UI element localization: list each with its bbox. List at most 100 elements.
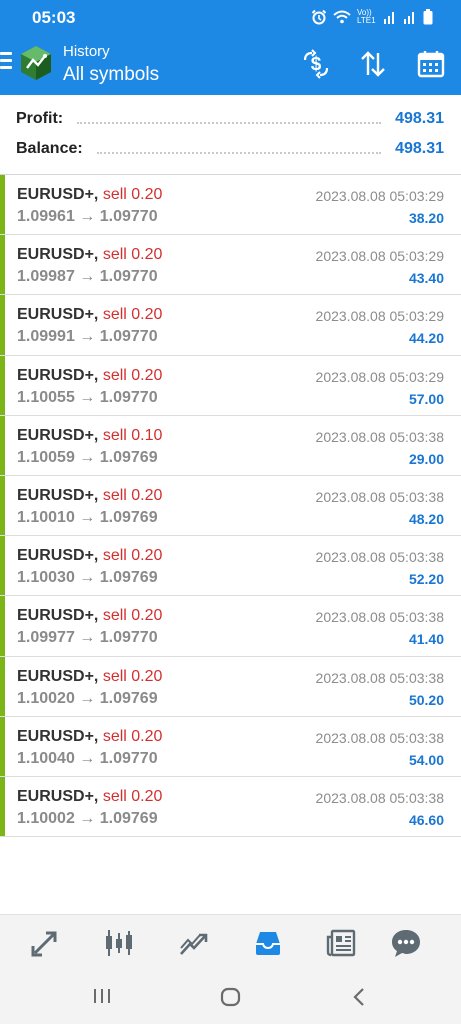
deal-symbol: EURUSD+, sell 0.10 (17, 427, 162, 445)
arrow-icon: → (79, 208, 96, 225)
deal-open-price: 1.09977 (17, 629, 75, 647)
arrow-icon: → (79, 388, 96, 406)
profit-label: Profit: (16, 110, 64, 127)
arrow-icon: → (79, 508, 96, 526)
deal-prices: 1.10020 → 1.09769 (17, 690, 158, 708)
history-icon[interactable] (252, 927, 284, 959)
deal-profit: 38.20 (408, 210, 444, 226)
deal-close-price: 1.09769 (99, 508, 158, 526)
arrow-icon: → (79, 268, 96, 286)
deal-time: 2023.08.08 05:03:38 (315, 549, 444, 566)
balance-row: Balance: 498.31 (16, 137, 444, 161)
deal-marker (0, 355, 5, 415)
deal-prices: 1.09977 → 1.09770 (17, 629, 158, 647)
deal-symbol: EURUSD+, sell 0.20 (17, 788, 162, 806)
deal-close-price: 1.09769 (99, 569, 158, 587)
deal-close-price: 1.09770 (99, 268, 158, 286)
top-bar: 05:03 Vo)) LTE1 History All symbols $ (0, 0, 461, 95)
deal-profit: 44.20 (408, 330, 444, 347)
deal-type: sell 0.20 (102, 246, 163, 264)
deal-profit: 57.00 (408, 390, 444, 407)
news-icon[interactable] (326, 927, 358, 959)
deal-row[interactable]: EURUSD+, sell 0.20 1.10030 → 1.09769 2023.… (0, 536, 461, 597)
deal-symbol-name: EURUSD+, (17, 486, 99, 504)
deal-time: 2023.08.08 05:03:38 (315, 428, 444, 445)
deal-row[interactable]: EURUSD+, sell 0.20 1.10010 → 1.09769 2023.… (0, 475, 461, 537)
deal-profit: 50.20 (408, 691, 444, 708)
deal-row[interactable]: EURUSD+, sell 0.20 1.10002 → 1.09769 2023.… (0, 776, 461, 838)
deal-row[interactable]: EURUSD+, sell 0.20 1.10040 → 1.09770 2023.… (0, 716, 461, 777)
deals-list: EURUSD+, sell 0.20 1.09961 → 1.09770 2023.… (0, 175, 461, 838)
deal-open-price: 1.10040 (17, 749, 75, 767)
deal-symbol: EURUSD+, sell 0.20 (17, 728, 162, 746)
back-icon[interactable] (352, 987, 366, 1007)
status-time: 05:03 (32, 8, 76, 27)
profit-value: 498.31 (395, 110, 444, 127)
deal-profit: 43.40 (408, 270, 444, 287)
trade-icon[interactable] (178, 927, 210, 959)
chart-icon[interactable] (103, 927, 135, 959)
alarm-icon (311, 9, 327, 25)
deal-time: 2023.08.08 05:03:29 (315, 248, 444, 265)
deal-type: sell 0.20 (102, 667, 163, 685)
deal-type: sell 0.20 (102, 547, 163, 565)
deal-marker (0, 716, 5, 776)
deal-prices: 1.09961 → 1.09770 (17, 208, 158, 226)
deal-time: 2023.08.08 05:03:29 (315, 308, 444, 325)
currency-filter-icon[interactable]: $ (301, 49, 331, 79)
wifi-icon (333, 10, 351, 24)
deal-row[interactable]: EURUSD+, sell 0.20 1.10020 → 1.09769 2023.… (0, 656, 461, 717)
deal-type: sell 0.20 (102, 366, 163, 384)
deal-symbol: EURUSD+, sell 0.20 (17, 547, 162, 565)
sort-icon[interactable] (358, 49, 388, 79)
menu-icon[interactable] (0, 52, 12, 74)
deal-row[interactable]: EURUSD+, sell 0.20 1.09991 → 1.09770 2023.… (0, 295, 461, 356)
deal-open-price: 1.09987 (17, 268, 75, 286)
deal-row[interactable]: EURUSD+, sell 0.20 1.10055 → 1.09770 2023.… (0, 355, 461, 416)
deal-symbol: EURUSD+, sell 0.20 (17, 607, 162, 625)
deal-row[interactable]: EURUSD+, sell 0.20 1.09987 → 1.09770 2023.… (0, 235, 461, 296)
deal-symbol-name: EURUSD+, (17, 186, 99, 203)
chat-icon[interactable] (390, 927, 422, 959)
deal-close-price: 1.09770 (99, 328, 158, 346)
app-bar: History All symbols $ (0, 34, 461, 95)
recents-icon[interactable] (92, 987, 112, 1005)
balance-label: Balance: (16, 140, 83, 157)
deal-symbol: EURUSD+, sell 0.20 (17, 186, 162, 204)
deal-prices: 1.09991 → 1.09770 (17, 328, 158, 346)
deal-type: sell 0.20 (102, 607, 163, 625)
deal-prices: 1.10040 → 1.09770 (17, 750, 158, 768)
deal-close-price: 1.09769 (99, 809, 158, 827)
deal-symbol: EURUSD+, sell 0.20 (17, 246, 162, 264)
deal-profit: 54.00 (408, 751, 444, 768)
deal-symbol-name: EURUSD+, (17, 787, 99, 805)
deal-open-price: 1.09991 (17, 328, 75, 346)
deal-open-price: 1.09961 (17, 208, 75, 225)
bottom-navigation (0, 914, 461, 970)
dotted-leader (96, 152, 382, 154)
deal-time: 2023.08.08 05:03:38 (315, 729, 444, 746)
calendar-icon[interactable] (416, 49, 446, 79)
deal-row[interactable]: EURUSD+, sell 0.20 1.09977 → 1.09770 2023.… (0, 596, 461, 657)
deal-marker (0, 536, 5, 596)
deal-row[interactable]: EURUSD+, sell 0.10 1.10059 → 1.09769 2023.… (0, 415, 461, 476)
app-title[interactable]: All symbols (63, 64, 159, 86)
quotes-icon[interactable] (29, 927, 61, 959)
deal-close-price: 1.09770 (99, 388, 158, 406)
deal-marker (0, 415, 5, 475)
profit-row: Profit: 498.31 (16, 107, 444, 131)
status-bar: 05:03 Vo)) LTE1 (0, 0, 461, 34)
deal-row[interactable]: EURUSD+, sell 0.20 1.09961 → 1.09770 2023.… (0, 175, 461, 236)
deal-open-price: 1.10059 (17, 448, 75, 466)
deal-type: sell 0.20 (102, 727, 163, 745)
deal-time: 2023.08.08 05:03:38 (315, 609, 444, 626)
deal-open-price: 1.10002 (17, 809, 75, 827)
deal-marker (0, 295, 5, 355)
signal-icon (384, 12, 394, 24)
deal-prices: 1.10059 → 1.09769 (17, 449, 158, 467)
arrow-icon: → (79, 569, 96, 587)
deal-prices: 1.09987 → 1.09770 (17, 268, 158, 286)
deal-open-price: 1.10055 (17, 388, 75, 406)
deal-type: sell 0.20 (102, 186, 163, 203)
home-icon[interactable] (220, 987, 242, 1007)
